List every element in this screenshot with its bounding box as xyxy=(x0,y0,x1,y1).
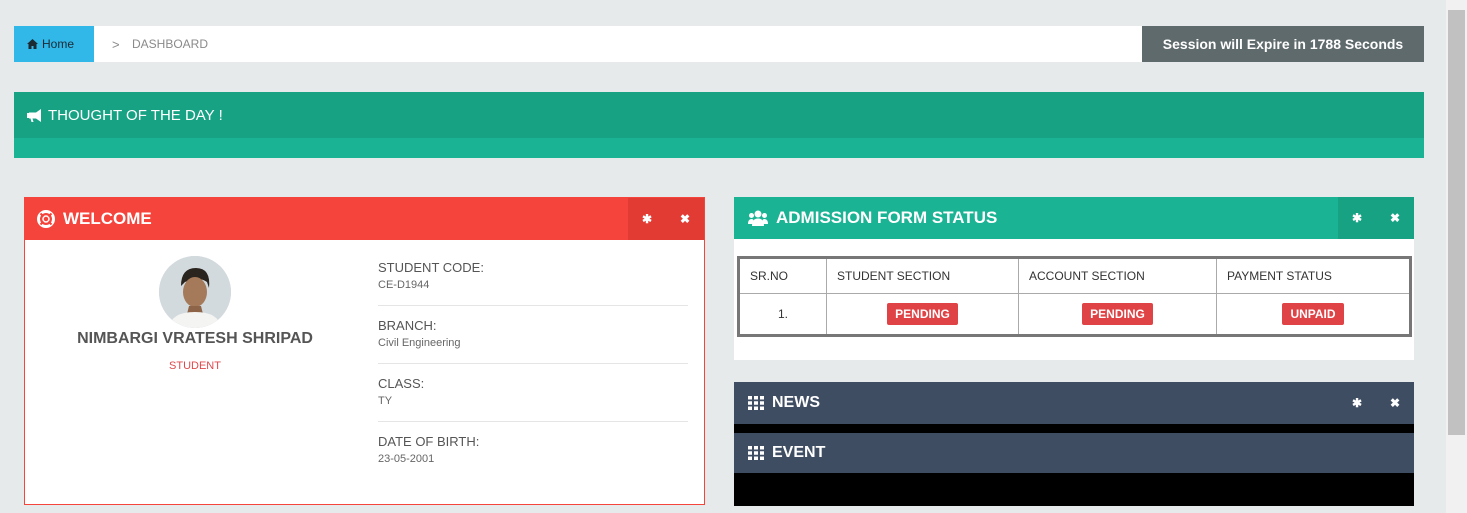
scrollbar[interactable] xyxy=(1446,0,1467,513)
lifebuoy-icon xyxy=(37,210,55,228)
info-date-of-birth: DATE OF BIRTH: 23-05-2001 xyxy=(378,434,688,474)
info-label: STUDENT CODE: xyxy=(378,260,484,275)
table-row: 1. PENDING PENDING UNPAID xyxy=(738,293,1411,336)
event-header: EVENT xyxy=(734,433,1414,473)
scrollbar-thumb[interactable] xyxy=(1448,10,1465,435)
status-badge: PENDING xyxy=(1082,303,1153,325)
sr-no-cell: 1. xyxy=(738,293,827,336)
thought-of-the-day-panel: THOUGHT OF THE DAY ! xyxy=(14,92,1424,158)
avatar xyxy=(159,256,231,328)
admission-header: ADMISSION FORM STATUS ✱ ✖ xyxy=(734,197,1414,239)
gear-icon[interactable]: ✱ xyxy=(1338,382,1376,424)
close-icon[interactable]: ✖ xyxy=(1376,197,1414,239)
account-section-cell: PENDING xyxy=(1018,293,1217,336)
news-body xyxy=(734,424,1414,433)
breadcrumb-home-link[interactable]: Home xyxy=(14,26,94,62)
payment-status-cell: UNPAID xyxy=(1216,293,1411,336)
grid-icon xyxy=(748,446,764,460)
info-branch: BRANCH: Civil Engineering xyxy=(378,318,688,364)
breadcrumb-current: DASHBOARD xyxy=(132,37,209,51)
close-icon[interactable]: ✖ xyxy=(666,198,704,240)
news-header: NEWS ✱ ✖ xyxy=(734,382,1414,424)
column-header: ACCOUNT SECTION xyxy=(1018,257,1217,294)
status-badge: PENDING xyxy=(887,303,958,325)
welcome-title: WELCOME xyxy=(63,209,152,228)
info-value: CE-D1944 xyxy=(378,279,430,291)
admission-form-status-panel: ADMISSION FORM STATUS ✱ ✖ SR.NO STUDENT … xyxy=(734,197,1414,360)
admission-title: ADMISSION FORM STATUS xyxy=(776,208,998,227)
info-label: DATE OF BIRTH: xyxy=(378,434,480,449)
info-student-code: STUDENT CODE: CE-D1944 xyxy=(378,260,688,306)
breadcrumb: Home > DASHBOARD Session will Expire in … xyxy=(14,26,1424,62)
event-body xyxy=(734,473,1414,506)
student-name: NIMBARGI VRATESH SHRIPAD xyxy=(77,330,313,347)
gear-icon[interactable]: ✱ xyxy=(1338,197,1376,239)
welcome-panel: WELCOME ✱ ✖ NIMBARGI VRATESH SHRIPAD STU… xyxy=(24,197,705,505)
breadcrumb-home-label: Home xyxy=(42,37,75,51)
student-role: STUDENT xyxy=(169,360,221,372)
student-section-cell: PENDING xyxy=(826,293,1019,336)
news-title: NEWS xyxy=(772,394,820,411)
breadcrumb-separator: > xyxy=(112,36,120,52)
table-header-row: SR.NO STUDENT SECTION ACCOUNT SECTION PA… xyxy=(738,257,1411,294)
column-header: PAYMENT STATUS xyxy=(1216,257,1411,294)
grid-icon xyxy=(748,396,764,410)
home-icon xyxy=(27,39,38,49)
info-value: 23-05-2001 xyxy=(378,453,435,465)
info-value: TY xyxy=(378,395,393,407)
info-label: BRANCH: xyxy=(378,318,437,333)
thought-title: THOUGHT OF THE DAY ! xyxy=(48,106,223,124)
users-icon xyxy=(748,210,768,226)
admission-status-table: SR.NO STUDENT SECTION ACCOUNT SECTION PA… xyxy=(737,256,1412,337)
column-header: STUDENT SECTION xyxy=(826,257,1019,294)
gear-icon[interactable]: ✱ xyxy=(628,198,666,240)
session-timer: Session will Expire in 1788 Seconds xyxy=(1142,26,1424,62)
event-title: EVENT xyxy=(772,444,826,461)
info-label: CLASS: xyxy=(378,376,425,391)
status-badge: UNPAID xyxy=(1282,303,1344,325)
close-icon[interactable]: ✖ xyxy=(1376,382,1414,424)
news-panel: NEWS ✱ ✖ xyxy=(734,382,1414,424)
event-panel: EVENT xyxy=(734,433,1414,473)
welcome-header: WELCOME ✱ ✖ xyxy=(25,198,704,240)
info-class: CLASS: TY xyxy=(378,376,688,422)
thought-header: THOUGHT OF THE DAY ! xyxy=(14,92,1424,138)
bullhorn-icon xyxy=(27,108,41,122)
info-value: Civil Engineering xyxy=(378,337,461,349)
column-header: SR.NO xyxy=(738,257,827,294)
